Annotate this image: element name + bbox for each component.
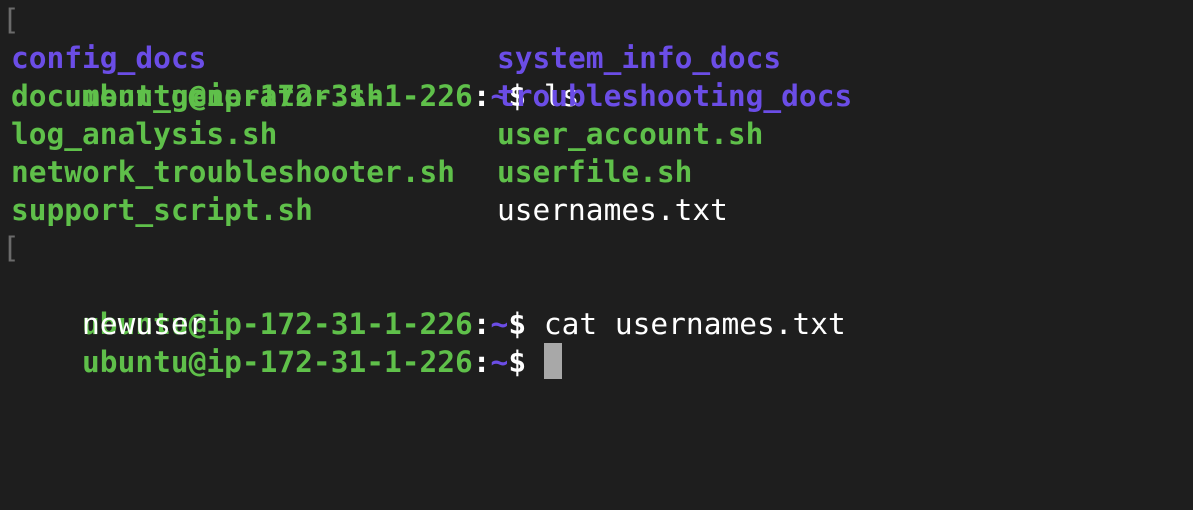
- cat-output-line: newuser: [11, 267, 1193, 341]
- prompt-line-current[interactable]: ubuntu@ip-172-31-1-226:~$: [11, 305, 1193, 379]
- ls-entry-directory: troubleshooting_docs: [497, 79, 853, 113]
- ls-entry-executable: user_account.sh: [497, 117, 764, 151]
- ls-output-row: document_generator.sh troubleshooting_do…: [11, 77, 1193, 115]
- ls-entry-directory: system_info_docs: [497, 41, 782, 75]
- ls-entry-executable: userfile.sh: [497, 155, 693, 189]
- line-marker: [: [2, 3, 20, 37]
- prompt-line-ls: [ ubuntu@ip-172-31-1-226:~$ ls: [2, 1, 1193, 113]
- ls-entry-directory: config_docs: [11, 41, 207, 75]
- terminal-window[interactable]: [ ubuntu@ip-172-31-1-226:~$ ls config_do…: [0, 0, 1193, 510]
- ls-entry-executable: log_analysis.sh: [11, 117, 278, 151]
- ls-entry-file: usernames.txt: [497, 193, 728, 227]
- ls-output-row: network_troubleshooter.sh userfile.sh: [11, 153, 1193, 191]
- ls-entry-executable: document_generator.sh: [11, 79, 384, 113]
- prompt-user-host: ubuntu@ip-172-31-1-226: [82, 345, 473, 379]
- prompt-symbol: $: [508, 345, 527, 379]
- text-cursor[interactable]: [544, 343, 563, 379]
- prompt-path: ~: [490, 345, 509, 379]
- line-marker: [: [2, 231, 20, 265]
- ls-output-row: log_analysis.sh user_account.sh: [11, 115, 1193, 153]
- ls-output-row: config_docs system_info_docs: [11, 39, 1193, 77]
- prompt-line-cat: [ ubuntu@ip-172-31-1-226:~$ cat username…: [2, 229, 1193, 341]
- ls-output-row: support_script.sh usernames.txt: [11, 191, 1193, 229]
- ls-entry-executable: network_troubleshooter.sh: [11, 155, 456, 189]
- ls-entry-executable: support_script.sh: [11, 193, 313, 227]
- prompt-colon: :: [472, 345, 491, 379]
